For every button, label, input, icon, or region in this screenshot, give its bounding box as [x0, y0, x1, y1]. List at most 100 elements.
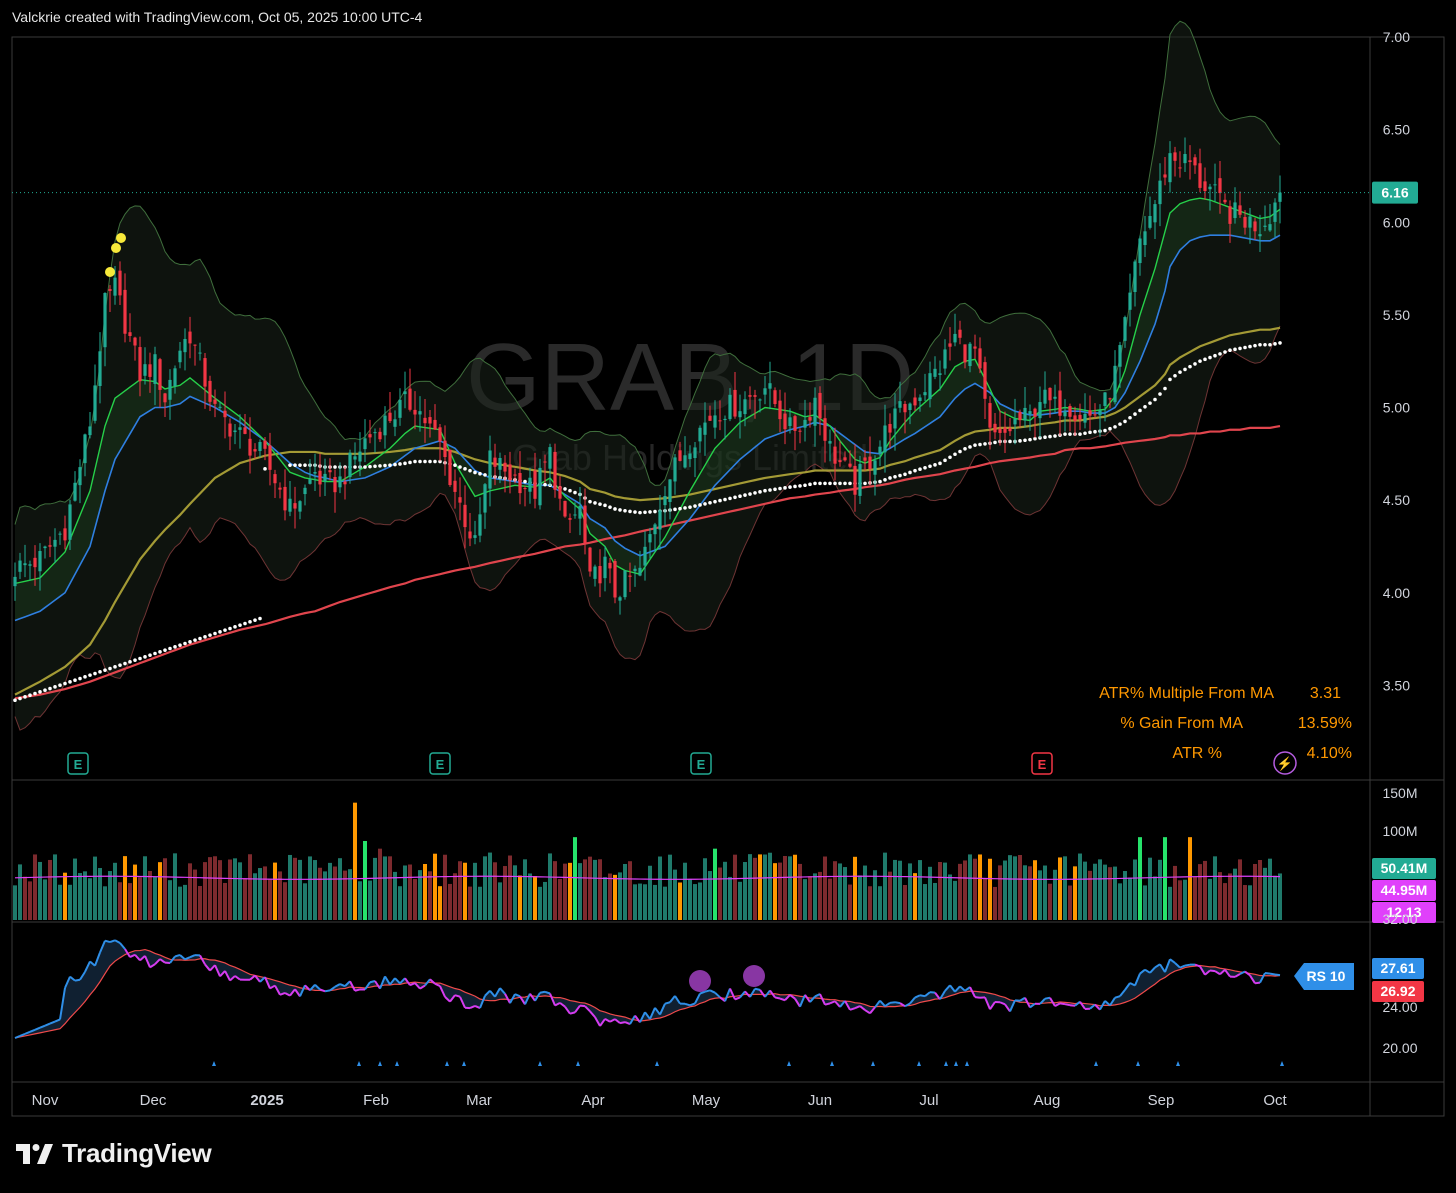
candle-body	[823, 418, 827, 441]
candle-body	[108, 289, 112, 291]
avwap-dot	[353, 465, 357, 469]
candle-body	[68, 504, 72, 540]
volume-bar	[933, 882, 937, 920]
candle-body	[178, 350, 182, 363]
volume-bars	[13, 802, 1282, 920]
avwap-dot	[613, 507, 617, 511]
volume-bar	[643, 884, 647, 920]
avwap-dot	[833, 481, 837, 486]
volume-bar	[1268, 858, 1272, 920]
avwap-dot	[118, 663, 122, 667]
candle-body	[1108, 398, 1112, 400]
candle-body	[1243, 217, 1247, 228]
volume-bar	[448, 883, 452, 920]
candle-body	[1128, 292, 1132, 310]
candle-body	[1253, 221, 1257, 232]
candle-body	[1223, 199, 1227, 203]
candle-body	[938, 373, 942, 375]
volume-bar	[423, 864, 427, 920]
volume-bar	[553, 861, 557, 920]
candle-body	[658, 510, 662, 530]
volume-bar	[528, 873, 532, 920]
candle-body	[388, 412, 392, 422]
candle-body	[473, 535, 477, 538]
avwap-dot	[983, 442, 987, 446]
candle-body	[243, 427, 247, 434]
volume-bar	[1218, 872, 1222, 920]
volume-bar	[1203, 860, 1207, 920]
volume-bar	[1083, 861, 1087, 920]
earnings-marker-label: E	[1038, 757, 1047, 772]
avwap-dot	[53, 685, 57, 689]
avwap-dot	[483, 473, 487, 477]
price-chart[interactable]: GRAB, 1DGrab Holdings Limited7.006.506.0…	[0, 0, 1456, 1193]
avwap-dot	[743, 493, 747, 497]
candle-body	[23, 563, 27, 566]
candle-body	[238, 427, 242, 430]
rs-new-high-marker	[944, 1061, 948, 1066]
candle-body	[193, 344, 197, 346]
volume-value-label: 44.95M	[1381, 882, 1428, 898]
candle-body	[913, 397, 917, 406]
volume-bar	[1263, 867, 1267, 920]
avwap-dot	[73, 678, 77, 682]
volume-bar	[223, 882, 227, 920]
volume-bar	[733, 854, 737, 920]
candle-body	[318, 470, 322, 485]
candle-body	[908, 403, 912, 411]
volume-bar	[608, 873, 612, 920]
volume-bar	[848, 884, 852, 920]
volume-bar	[1193, 876, 1197, 920]
avwap-dot	[383, 463, 387, 468]
volume-bar	[623, 864, 627, 920]
candle-body	[958, 329, 962, 338]
candle-body	[503, 462, 507, 472]
avwap-dot	[1063, 432, 1067, 436]
volume-bar	[498, 882, 502, 920]
volume-bar	[738, 881, 742, 920]
volume-bar	[458, 861, 462, 920]
avwap-dot	[758, 490, 762, 494]
avwap-dot	[198, 636, 202, 641]
candle-body	[1003, 427, 1007, 433]
volume-bar	[1143, 885, 1147, 920]
candle-body	[978, 348, 982, 369]
last-price-label: 6.16	[1381, 185, 1408, 201]
candle-body	[713, 415, 717, 428]
candle-body	[708, 415, 712, 421]
volume-bar	[858, 875, 862, 920]
avwap-dot	[723, 497, 727, 502]
avwap-dot	[653, 509, 657, 514]
avwap-dot	[1023, 438, 1027, 443]
volume-bar	[173, 853, 177, 920]
volume-bar	[513, 865, 517, 920]
candle-body	[173, 368, 177, 387]
volume-bar	[778, 862, 782, 920]
volume-bar	[343, 870, 347, 920]
rs-line-segment	[74, 978, 81, 982]
volume-bar	[893, 859, 897, 920]
candle-body	[553, 451, 557, 490]
avwap-dot	[1158, 392, 1162, 396]
candle-body	[618, 597, 622, 601]
avwap-dot	[1108, 426, 1112, 431]
candle-body	[818, 392, 822, 419]
avwap-dot	[968, 445, 972, 449]
candle-body	[1118, 345, 1122, 367]
candle-body	[788, 417, 792, 427]
candle-body	[878, 446, 882, 454]
volume-bar	[808, 876, 812, 920]
avwap-dot	[373, 464, 377, 469]
avwap-dot	[363, 465, 367, 469]
candle-body	[328, 470, 332, 473]
avwap-dot	[203, 635, 207, 639]
volume-bar	[948, 874, 952, 920]
candle-body	[673, 457, 677, 482]
avwap-dot	[63, 681, 67, 686]
candle-body	[903, 403, 907, 413]
avwap-dot	[253, 618, 257, 622]
time-tick-label: Sep	[1148, 1092, 1175, 1109]
tradingview-logo[interactable]: TradingView	[14, 1138, 212, 1169]
volume-bar	[628, 861, 632, 920]
volume-bar	[1028, 866, 1032, 920]
